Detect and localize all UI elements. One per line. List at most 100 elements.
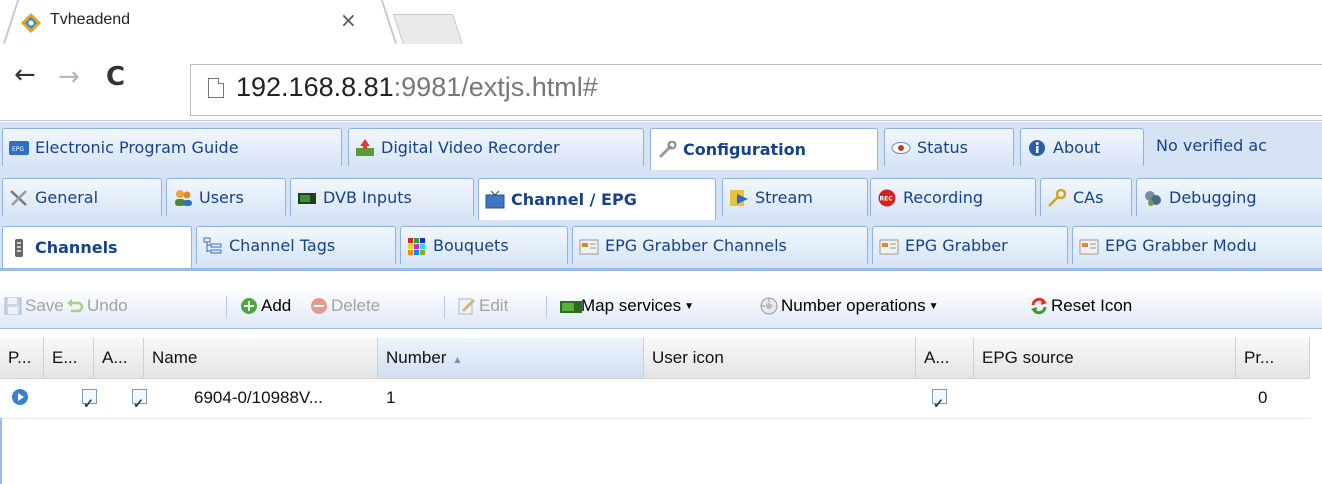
refresh-icon [1030, 297, 1048, 315]
undo-button[interactable]: Undo [66, 296, 128, 316]
grid-header: P... E... A... Name Number ▲ User icon A.… [0, 338, 1310, 379]
tv-icon [485, 190, 505, 209]
back-arrow-icon[interactable]: ← [14, 60, 36, 90]
column-header-autoname[interactable]: A... [94, 338, 144, 378]
tab-label: Channel Tags [229, 236, 336, 255]
tab-label: Debugging [1169, 188, 1257, 207]
add-label: Add [261, 296, 292, 315]
tab-users[interactable]: Users [166, 178, 286, 216]
tab-label: EPG Grabber Modu [1105, 236, 1257, 255]
tab-label: EPG Grabber [905, 236, 1008, 255]
number-cell[interactable]: 1 [378, 380, 644, 418]
url-text[interactable]: 192.168.8.81:9981/extjs.html# [236, 72, 598, 103]
reset-icon-button[interactable]: Reset Icon [1030, 296, 1132, 316]
grabber-icon [1079, 237, 1099, 255]
enabled-checkbox[interactable] [82, 386, 97, 418]
tab-bouquets[interactable]: Bouquets [400, 226, 568, 264]
epg-source-cell[interactable] [974, 380, 1236, 418]
stream-icon [729, 189, 749, 207]
auto-epg-checkbox[interactable] [932, 386, 947, 418]
play-cell[interactable] [4, 380, 44, 418]
tab-epg[interactable]: EPG Electronic Program Guide [2, 128, 342, 166]
tab-epg-grabber-modules[interactable]: EPG Grabber Modu [1072, 226, 1322, 264]
toolbar-separator [226, 296, 227, 318]
tab-general[interactable]: General [2, 178, 162, 216]
autoname-checkbox[interactable] [132, 386, 147, 418]
enabled-cell[interactable] [74, 380, 114, 418]
grabber-icon [579, 237, 599, 255]
tab-dvb-inputs[interactable]: DVB Inputs [290, 178, 474, 216]
tab-status[interactable]: Status [884, 128, 1014, 166]
reload-icon[interactable]: C [106, 62, 125, 92]
tab-recording[interactable]: REC Recording [870, 178, 1036, 216]
column-header-priority[interactable]: Pr... [1236, 338, 1310, 378]
grid-toolbar: Save Undo Add Delete Edit Map services ▼ … [0, 286, 1322, 329]
auto-epg-cell[interactable] [924, 380, 974, 418]
main-tab-bar: EPG Electronic Program Guide Digital Vid… [0, 122, 1322, 173]
url-host: 192.168.8.81 [236, 72, 394, 102]
save-button[interactable]: Save [4, 296, 64, 316]
verification-status: No verified ac [1156, 136, 1267, 155]
reset-icon-label: Reset Icon [1051, 296, 1133, 315]
tab-label: Electronic Program Guide [35, 138, 239, 157]
tab-channels[interactable]: Channels [2, 226, 192, 268]
svg-text:REC: REC [880, 195, 894, 202]
tab-edge-left [2, 0, 20, 44]
remote-icon [9, 238, 29, 257]
delete-button[interactable]: Delete [310, 296, 380, 316]
priority-cell[interactable]: 0 [1250, 380, 1310, 418]
tab-label: About [1053, 138, 1101, 157]
add-button[interactable]: Add [240, 296, 291, 316]
tab-label: Configuration [683, 140, 807, 159]
undo-label: Undo [87, 296, 128, 315]
close-tab-icon[interactable]: × [340, 8, 357, 32]
tab-about[interactable]: About [1020, 128, 1144, 166]
column-header-number[interactable]: Number ▲ [378, 338, 644, 378]
browser-tab-title: Tvheadend [50, 11, 131, 28]
edit-button[interactable]: Edit [458, 296, 508, 316]
tab-label: Digital Video Recorder [381, 138, 560, 157]
table-row[interactable]: 6904-0/10988V... 1 0 [0, 380, 1310, 419]
wrench-icon [657, 140, 677, 159]
number-operations-button[interactable]: Number operations ▼ [760, 296, 938, 316]
forward-arrow-icon[interactable]: → [58, 62, 80, 92]
tab-channel-tags[interactable]: Channel Tags [196, 226, 396, 264]
panel-edge [0, 418, 2, 484]
svg-text:EPG: EPG [12, 146, 24, 153]
column-header-enabled[interactable]: E... [44, 338, 94, 378]
new-tab-button[interactable] [392, 14, 464, 45]
delete-label: Delete [331, 296, 381, 315]
grabber-icon [879, 237, 899, 255]
save-icon [4, 297, 22, 315]
tab-debugging[interactable]: Debugging [1136, 178, 1322, 216]
column-header-user-icon[interactable]: User icon [644, 338, 916, 378]
column-header-auto-epg[interactable]: A... [916, 338, 974, 378]
tab-stream[interactable]: Stream [722, 178, 868, 216]
add-icon [240, 297, 258, 315]
bouquet-icon [407, 237, 427, 255]
tab-configuration[interactable]: Configuration [650, 128, 878, 170]
column-header-play[interactable]: P... [0, 338, 44, 378]
tab-epg-grabber[interactable]: EPG Grabber [872, 226, 1068, 264]
user-icon-cell[interactable] [644, 380, 916, 418]
chevron-down-icon: ▼ [684, 300, 695, 312]
tab-label: Users [199, 188, 244, 207]
tab-dvr[interactable]: Digital Video Recorder [348, 128, 644, 166]
name-cell[interactable]: 6904-0/10988V... [186, 380, 378, 418]
tab-channel-epg[interactable]: Channel / EPG [478, 178, 716, 220]
key-icon [1047, 188, 1067, 207]
play-icon[interactable] [12, 389, 28, 405]
edit-label: Edit [479, 296, 509, 315]
tab-epg-grabber-channels[interactable]: EPG Grabber Channels [572, 226, 868, 264]
page-icon [208, 78, 224, 98]
toolbar-separator [546, 296, 547, 318]
save-label: Save [25, 296, 64, 315]
chevron-down-icon: ▼ [928, 300, 939, 312]
map-services-button[interactable]: Map services ▼ [560, 296, 694, 316]
column-header-name[interactable]: Name [144, 338, 378, 378]
autoname-cell[interactable] [124, 380, 164, 418]
url-path: :9981/extjs.html# [393, 72, 598, 102]
column-header-epg-source[interactable]: EPG source [974, 338, 1236, 378]
tab-label: Recording [903, 188, 984, 207]
tab-cas[interactable]: CAs [1040, 178, 1132, 216]
